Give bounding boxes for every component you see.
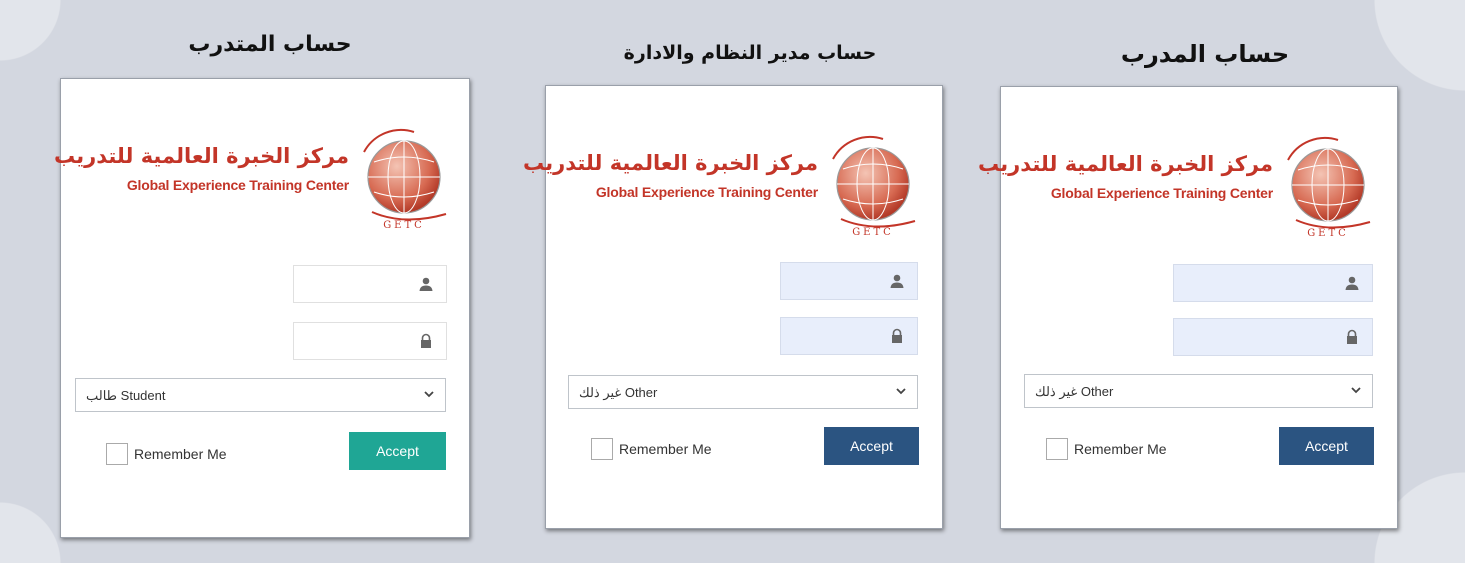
student-account-heading: حساب المتدرب bbox=[188, 32, 352, 57]
getc-logo: مركز الخبرة العالمية للتدريب Global Expe… bbox=[523, 111, 928, 251]
username-field[interactable] bbox=[293, 265, 447, 303]
remember-me-checkbox[interactable] bbox=[1046, 438, 1068, 460]
password-field[interactable] bbox=[780, 317, 918, 355]
accept-button[interactable]: Accept bbox=[1279, 427, 1374, 465]
username-field[interactable] bbox=[1173, 264, 1373, 302]
remember-me[interactable]: Remember Me bbox=[591, 438, 712, 460]
account-type-select[interactable]: غير ذلك Other bbox=[568, 375, 918, 409]
remember-me[interactable]: Remember Me bbox=[106, 443, 227, 465]
admin-account-heading: حساب مدير النظام والادارة bbox=[623, 42, 877, 64]
student-login-card: مركز الخبرة العالمية للتدريب Global Expe… bbox=[54, 78, 470, 538]
globe-emblem-icon: GETC bbox=[1287, 137, 1371, 239]
account-type-select[interactable]: طالب Student bbox=[75, 378, 446, 412]
remember-me-label: Remember Me bbox=[134, 446, 227, 462]
remember-me-label: Remember Me bbox=[1074, 441, 1167, 457]
remember-me[interactable]: Remember Me bbox=[1046, 438, 1167, 460]
globe-emblem-icon: GETC bbox=[363, 129, 447, 231]
logo-english-text: Global Experience Training Center bbox=[126, 177, 349, 193]
account-type-select[interactable]: غير ذلك Other bbox=[1024, 374, 1373, 408]
getc-logo: مركز الخبرة العالمية للتدريب Global Expe… bbox=[978, 112, 1383, 252]
password-field[interactable] bbox=[293, 322, 447, 360]
logo-english-text: Global Experience Training Center bbox=[1050, 185, 1273, 201]
getc-logo: مركز الخبرة العالمية للتدريب Global Expe… bbox=[54, 104, 459, 244]
logo-abbr-text: GETC bbox=[852, 227, 894, 238]
logo-english-text: Global Experience Training Center bbox=[595, 184, 818, 200]
account-type-value: غير ذلك Other bbox=[1035, 384, 1114, 399]
trainer-account-heading: حساب المدرب bbox=[1120, 40, 1290, 68]
accept-button[interactable]: Accept bbox=[824, 427, 919, 465]
password-field[interactable] bbox=[1173, 318, 1373, 356]
user-icon bbox=[419, 277, 433, 291]
logo-arabic-text: مركز الخبرة العالمية للتدريب bbox=[523, 151, 818, 175]
logo-arabic-text: مركز الخبرة العالمية للتدريب bbox=[978, 152, 1273, 176]
chevron-down-icon bbox=[896, 388, 906, 395]
account-type-value: غير ذلك Other bbox=[579, 385, 658, 400]
globe-emblem-icon: GETC bbox=[832, 136, 916, 238]
username-field[interactable] bbox=[780, 262, 918, 300]
trainer-login-card: مركز الخبرة العالمية للتدريب Global Expe… bbox=[978, 86, 1398, 529]
lock-icon bbox=[1347, 329, 1357, 344]
logo-abbr-text: GETC bbox=[383, 220, 425, 231]
logo-arabic-text: مركز الخبرة العالمية للتدريب bbox=[54, 144, 349, 168]
chevron-down-icon bbox=[1351, 387, 1361, 394]
lock-icon bbox=[421, 333, 431, 348]
accept-button[interactable]: Accept bbox=[349, 432, 446, 470]
chevron-down-icon bbox=[424, 391, 434, 398]
user-icon bbox=[1345, 276, 1359, 290]
remember-me-label: Remember Me bbox=[619, 441, 712, 457]
remember-me-checkbox[interactable] bbox=[106, 443, 128, 465]
lock-icon bbox=[892, 328, 902, 343]
account-type-value: طالب Student bbox=[86, 388, 166, 403]
logo-abbr-text: GETC bbox=[1307, 228, 1349, 239]
remember-me-checkbox[interactable] bbox=[591, 438, 613, 460]
admin-login-card: مركز الخبرة العالمية للتدريب Global Expe… bbox=[523, 85, 943, 529]
user-icon bbox=[890, 274, 904, 288]
